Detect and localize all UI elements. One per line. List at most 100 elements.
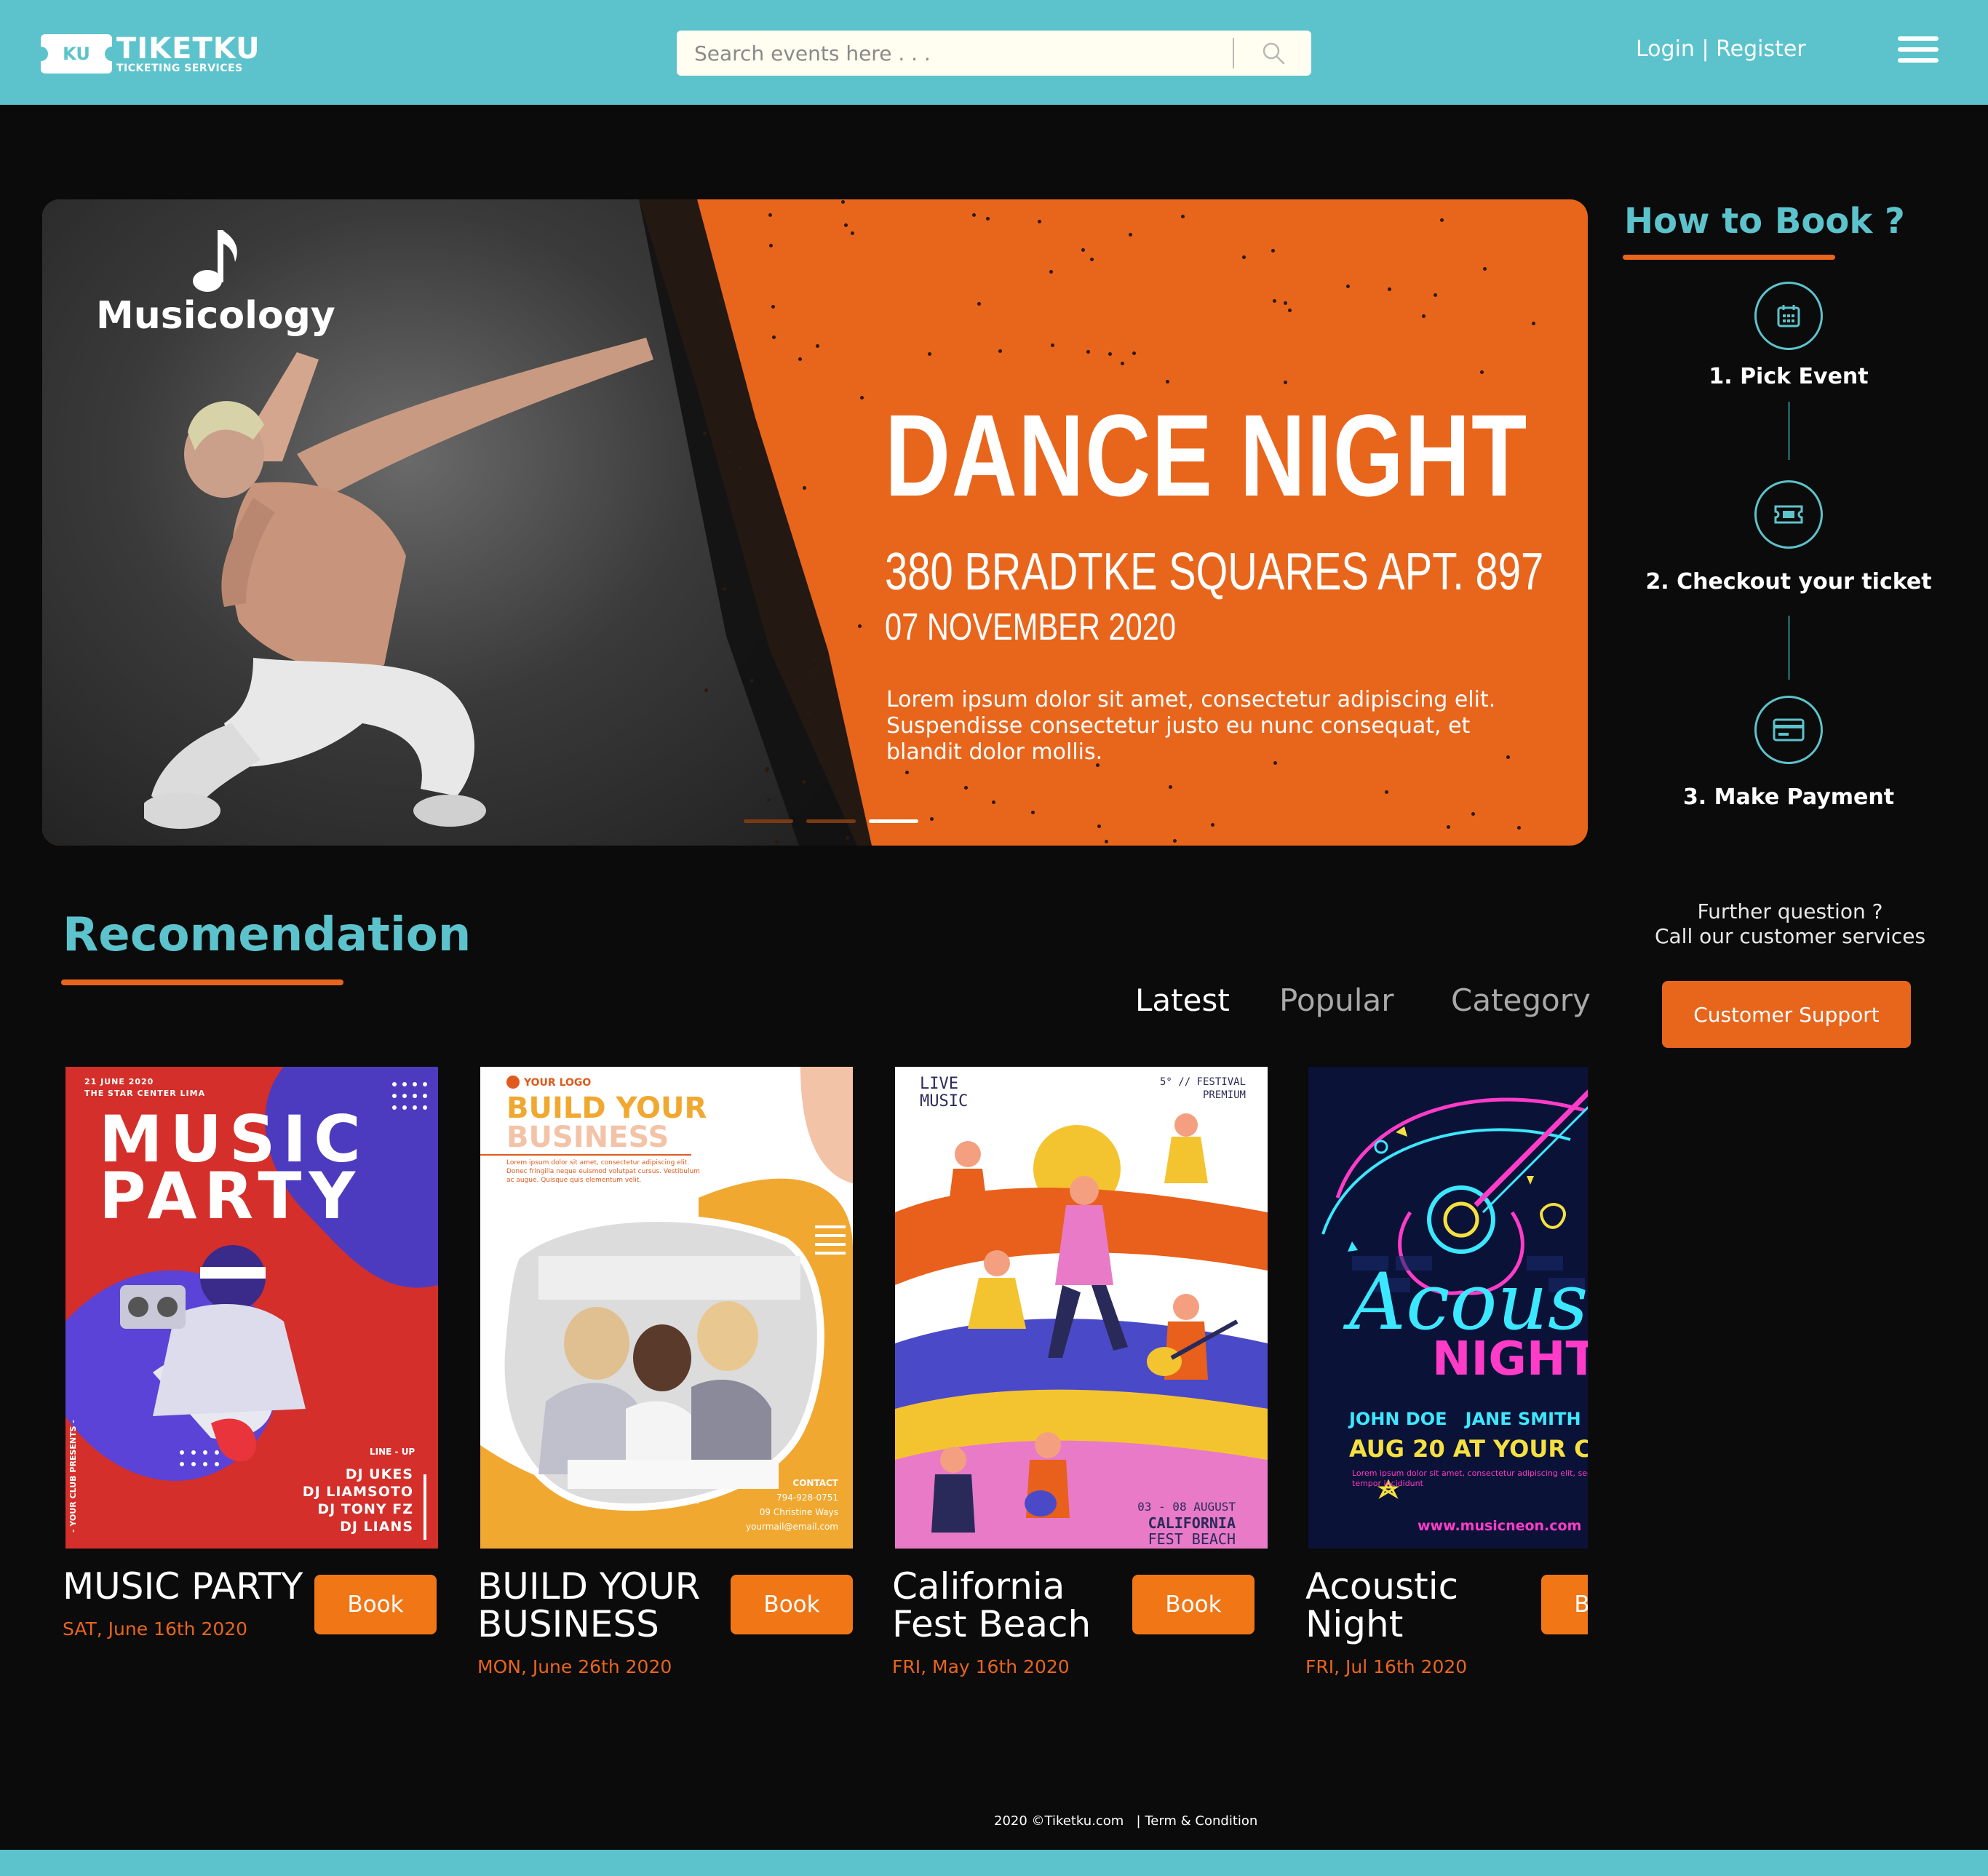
event-poster[interactable]: 21 JUNE 2020 THE STAR CENTER LIMA MUSIC … [65, 1067, 438, 1549]
speckle-decoration [808, 669, 812, 674]
search-input[interactable] [694, 31, 1233, 76]
slide-dot[interactable] [806, 819, 856, 823]
book-button[interactable]: Book [314, 1575, 437, 1634]
speckle-decoration [1181, 215, 1185, 219]
poster-festival-tag: 5° // FESTIVAL PREMIUM [1160, 1076, 1246, 1102]
slide-dot[interactable] [744, 819, 793, 823]
banner-description: Lorem ipsum dolor sit amet, consectetur … [886, 687, 1496, 765]
customer-support-button[interactable]: Customer Support [1662, 981, 1911, 1048]
poster-body: Lorem ipsum dolor sit amet, consectetur … [506, 1159, 700, 1184]
poster-when: AUG 20 AT YOUR C [1349, 1435, 1588, 1463]
poster-address: 09 Christine Ways [759, 1507, 838, 1517]
recommendation-title: Recomendation [63, 908, 472, 962]
poster-artists: JOHN DOE JANE SMITH A [1349, 1409, 1588, 1429]
how-to-book-title: How to Book ? [1624, 201, 1905, 242]
speckle-decoration [1471, 811, 1476, 816]
poster-california: CALIFORNIA [1148, 1514, 1236, 1532]
slide-dot-active[interactable] [869, 819, 918, 823]
poster-live-music: LIVE MUSIC [920, 1076, 968, 1110]
terms-link[interactable]: Term & Condition [1145, 1813, 1257, 1829]
poster-date: 21 JUNE 2020 [84, 1077, 154, 1086]
speckle-decoration [1345, 285, 1350, 289]
book-button[interactable]: Book [1541, 1575, 1588, 1634]
speckle-decoration [798, 357, 802, 361]
login-link[interactable]: Login [1636, 36, 1695, 62]
speckle-decoration [1288, 308, 1292, 312]
speckle-decoration [1479, 370, 1484, 374]
speckle-decoration [1241, 255, 1246, 259]
music-note-icon [193, 230, 238, 292]
slide-indicator [744, 819, 918, 823]
title-underline [1623, 255, 1835, 260]
hamburger-menu-icon[interactable] [1898, 36, 1939, 68]
event-date: FRI, May 16th 2020 [892, 1656, 1070, 1677]
speckle-decoration [1166, 379, 1170, 383]
event-date: FRI, Jul 16th 2020 [1305, 1656, 1468, 1677]
logo-badge: KU [63, 44, 90, 64]
speckle-decoration [992, 800, 996, 805]
event-title[interactable]: California Fest Beach [892, 1567, 1110, 1643]
speckle-decoration [1095, 763, 1100, 767]
tab-category[interactable]: Category [1451, 982, 1591, 1018]
poster-title-line1: Acoustic [1349, 1257, 1588, 1348]
speckle-decoration [859, 395, 864, 400]
event-date: SAT, June 16th 2020 [63, 1618, 248, 1639]
logo-name: TIKETKU [116, 32, 261, 65]
speckle-decoration [1284, 381, 1288, 385]
event-title[interactable]: BUILD YOUR BUSINESS [477, 1567, 717, 1643]
poster-dj: DJ LIANS [340, 1519, 413, 1535]
poster-live: LIVE [920, 1075, 958, 1093]
speckle-decoration [1081, 247, 1086, 252]
step-checkout: 2. Checkout your ticket [1645, 569, 1932, 595]
logo-dot-icon [506, 1076, 520, 1089]
event-date: MON, June 26th 2020 [477, 1656, 672, 1677]
event-title[interactable]: Acoustic Night [1305, 1567, 1524, 1643]
tab-latest[interactable]: Latest [1135, 982, 1230, 1018]
speckle-decoration [1384, 790, 1388, 795]
search-divider [1233, 38, 1234, 68]
speckle-decoration [998, 349, 1003, 353]
speckle-decoration [1120, 361, 1124, 365]
further-question-line1: Further question ? [1697, 899, 1883, 923]
event-title[interactable]: MUSIC PARTY [63, 1567, 325, 1605]
speckle-decoration [1128, 233, 1132, 237]
book-button[interactable]: Book [731, 1575, 853, 1634]
speckle-decoration [985, 217, 990, 221]
ticket-logo-icon: KU [33, 34, 119, 73]
event-poster[interactable]: Acoustic NIGHT JOHN DOE JANE SMITH A AUG… [1308, 1067, 1588, 1549]
tiketku-logo[interactable]: KU TIKETKU TICKETING SERVICES [33, 32, 261, 76]
top-navbar: KU TIKETKU TICKETING SERVICES Login | Re… [0, 0, 1988, 105]
poster-side-text: - YOUR CLUB PRESENTS - [68, 1420, 78, 1533]
auth-links: Login | Register [1636, 36, 1806, 62]
poster-contact: CONTACT [792, 1478, 838, 1488]
speckle-decoration [771, 304, 776, 309]
speckle-decoration [1433, 293, 1437, 298]
banner-title: DANCE NIGHT [885, 390, 1528, 520]
event-poster[interactable]: LIVE MUSIC 5° // FESTIVAL PREMIUM 03 - 0… [895, 1067, 1268, 1549]
speckle-decoration [840, 199, 845, 204]
search-bar [677, 31, 1311, 76]
speckle-decoration [1210, 822, 1214, 827]
register-link[interactable]: Register [1716, 36, 1806, 62]
speckle-decoration [1105, 839, 1109, 843]
speckle-decoration [1168, 784, 1172, 789]
speckle-decoration [1271, 249, 1275, 253]
speckle-decoration [963, 786, 968, 790]
poster-small-text: Lorem ipsum dolor sit amet, consectetur … [1352, 1468, 1588, 1488]
book-button[interactable]: Book [1132, 1575, 1255, 1634]
speckle-decoration [704, 688, 709, 692]
poster-dj: DJ TONY FZ [317, 1501, 413, 1517]
footer-bar [0, 1850, 1988, 1876]
poster-venue: THE STAR CENTER LIMA [84, 1089, 206, 1098]
tab-popular[interactable]: Popular [1279, 982, 1393, 1018]
event-poster[interactable]: YOUR LOGO BUILD YOUR BUSINESS Lorem ipsu… [480, 1067, 853, 1549]
speckle-decoration [1440, 218, 1444, 222]
speckle-decoration [1090, 258, 1094, 262]
credit-card-icon [1754, 696, 1823, 764]
speckle-decoration [1284, 301, 1288, 306]
poster-phone: 794-928-0751 [776, 1493, 838, 1503]
speckle-decoration [857, 624, 862, 628]
search-button[interactable] [1244, 31, 1303, 76]
speckle-decoration [1030, 811, 1035, 815]
hero-banner[interactable]: Musicology DANCE NIGHT 380 BRADTKE SQUAR… [42, 199, 1588, 846]
